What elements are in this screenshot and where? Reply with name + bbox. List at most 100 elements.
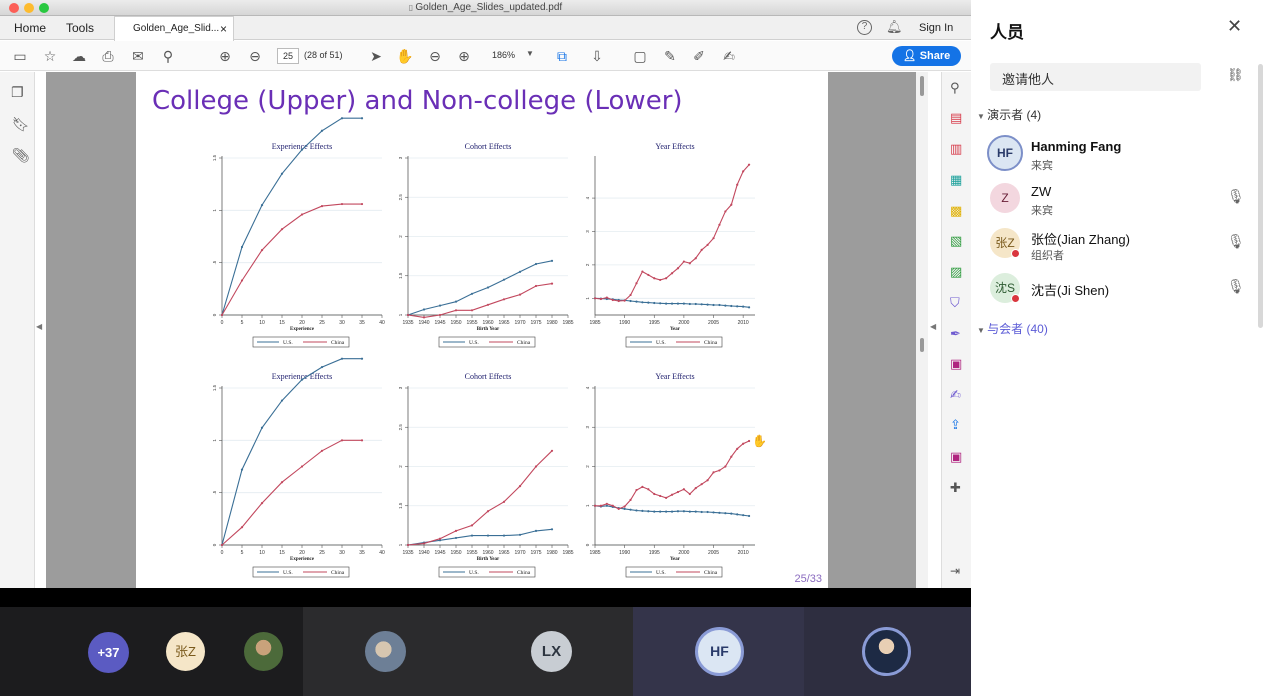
previous-page-icon[interactable]: ⊕ [215, 45, 235, 67]
highlight-pen-icon[interactable]: ✎ [660, 45, 680, 67]
participant-tile[interactable]: LX [468, 607, 633, 696]
attachment-icon[interactable]: 📎︎ [12, 147, 30, 164]
share-button[interactable]: 👤︎ Share [892, 46, 961, 66]
page-thumbnails-icon[interactable]: ❐ [11, 84, 24, 101]
create-pdf-icon[interactable]: ▤ [950, 110, 962, 126]
person-row[interactable]: Z ZW 来宾 🎙︎ [987, 179, 1257, 219]
y-tick-label: 1.5 [398, 502, 403, 509]
x-tick-label: 2005 [708, 320, 719, 326]
next-page-icon[interactable]: ⊖ [245, 45, 265, 67]
zoom-out-icon[interactable]: ⊖ [425, 45, 445, 67]
sign-icon[interactable]: ✍ [719, 45, 739, 67]
data-point [486, 303, 490, 306]
draw-icon[interactable]: ✐ [689, 45, 709, 67]
muted-microphone-icon[interactable]: 🎙︎ [1227, 188, 1245, 205]
page-number-input[interactable]: 25 [277, 48, 299, 64]
document-tab[interactable]: Golden_Age_Slid... × [114, 16, 234, 41]
bell-icon[interactable]: 🔔︎ [886, 19, 903, 35]
more-tools-icon[interactable]: ✚ [950, 480, 961, 496]
help-icon[interactable]: ? [857, 20, 872, 35]
hand-tool-icon[interactable]: ✋ [395, 45, 415, 67]
tools-tab[interactable]: Tools [66, 16, 94, 40]
scrollbar-thumb[interactable] [920, 338, 924, 352]
data-point [550, 449, 554, 452]
legend-label: U.S. [283, 340, 293, 346]
fill-sign-icon[interactable]: ✒ [950, 326, 961, 342]
x-axis-label: Birth Year [477, 557, 500, 562]
y-tick-label: 2.5 [398, 194, 403, 201]
export-pdf-icon[interactable]: ▧ [950, 233, 962, 249]
panel-title: 人员 [990, 23, 1024, 42]
print-icon[interactable]: ⎙ [98, 45, 118, 67]
certificates-icon[interactable]: ✍ [950, 387, 961, 403]
data-point [659, 494, 662, 498]
y-tick-label: 2 [585, 263, 590, 266]
close-tab-icon[interactable]: × [220, 17, 227, 41]
data-point [676, 510, 680, 513]
muted-microphone-icon[interactable]: 🎙︎ [1227, 278, 1245, 295]
scrollbar-thumb-top[interactable] [920, 76, 924, 96]
data-point [670, 302, 674, 305]
comment-tool-icon[interactable]: ▩ [950, 203, 962, 219]
zoom-level[interactable]: 186% [492, 50, 515, 60]
y-tick-label: 1 [212, 439, 217, 442]
chart-title: Year Effects [655, 372, 694, 381]
presenters-label: 演示者 (4) [987, 108, 1042, 122]
home-tab[interactable]: Home [14, 16, 46, 40]
participant-tile[interactable] [303, 607, 468, 696]
data-point [730, 304, 733, 308]
legend-label: U.S. [283, 570, 293, 576]
muted-microphone-icon[interactable]: 🎙︎ [1227, 233, 1245, 250]
person-row[interactable]: 张Z 张俭(Jian Zhang) 组织者 🎙︎ [987, 224, 1257, 264]
data-point [438, 304, 442, 307]
organize-pages-icon[interactable]: ▥ [950, 141, 962, 157]
upload-cloud-icon[interactable]: ☁ [69, 45, 89, 67]
expand-right-panel-icon[interactable]: ◀ [930, 322, 936, 331]
panel-scrollbar[interactable] [1258, 64, 1263, 328]
save-icon[interactable]: ▭ [10, 45, 30, 67]
comment-icon[interactable]: ▢ [630, 45, 650, 67]
y-tick-label: 1 [585, 504, 590, 507]
edit-pdf-icon[interactable]: ▦ [950, 172, 962, 188]
participant-tile[interactable] [804, 607, 971, 696]
person-row[interactable]: HF Hanming Fang 来宾 [987, 134, 1257, 174]
legend-label: U.S. [656, 340, 666, 346]
data-point [454, 309, 458, 312]
person-row[interactable]: 沈S 沈吉(Ji Shen) 🎙︎ [987, 269, 1257, 309]
participant-tile[interactable]: +37 张Z [0, 607, 303, 696]
send-for-signature-icon[interactable]: ▣ [950, 356, 962, 372]
avatar-photo [365, 631, 406, 672]
compress-icon[interactable]: ▨ [950, 264, 962, 280]
fit-page-icon[interactable]: ⧉ [552, 45, 572, 67]
scroll-mode-icon[interactable]: ⇩ [587, 45, 607, 67]
participant-tile[interactable]: HF [633, 607, 804, 696]
protect-shield-icon[interactable]: ⛉ [950, 295, 960, 311]
presenters-header[interactable]: ▼ 演示者 (4) [977, 106, 1041, 123]
zoom-dropdown-icon[interactable]: ▼ [526, 49, 534, 58]
share-file-icon[interactable]: ⇪ [950, 417, 961, 433]
data-point [360, 202, 364, 206]
more-participants-badge[interactable]: +37 [88, 632, 129, 673]
legend-label: U.S. [469, 570, 479, 576]
collapse-tools-icon[interactable]: ⇥ [950, 564, 960, 578]
data-point [534, 284, 538, 288]
data-point [635, 509, 638, 512]
find-icon[interactable]: ⚲ [950, 80, 960, 96]
data-point [240, 279, 244, 282]
attendees-header[interactable]: ▼ 与会者 (40) [977, 320, 1048, 337]
close-panel-icon[interactable]: ✕ [1227, 16, 1242, 37]
expand-left-panel-icon[interactable]: ◀ [36, 322, 42, 331]
zoom-in-icon[interactable]: ⊕ [454, 45, 474, 67]
y-tick-label: 1.5 [212, 154, 217, 161]
save-as-icon[interactable]: ▣ [950, 449, 962, 465]
zoom-search-icon[interactable]: ⚲ [158, 45, 178, 67]
email-icon[interactable]: ✉ [128, 45, 148, 67]
bookmark-icon[interactable]: 🔖︎ [12, 116, 30, 133]
sign-in-link[interactable]: Sign In [919, 16, 953, 40]
bookmark-star-icon[interactable]: ☆ [40, 45, 60, 67]
select-cursor-icon[interactable]: ➤ [366, 45, 386, 67]
data-point [688, 302, 691, 306]
link-icon[interactable]: ⛓ [1227, 67, 1244, 83]
vertical-scrollbar[interactable] [916, 72, 928, 588]
invite-input[interactable]: 邀请他人 [990, 63, 1201, 91]
